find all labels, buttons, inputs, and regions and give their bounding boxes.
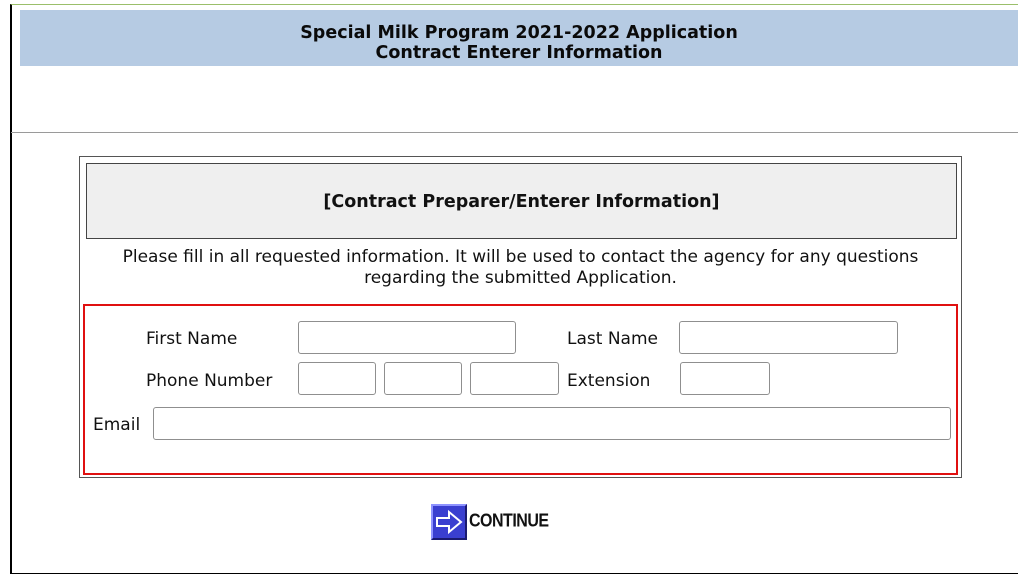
phone-number-label: Phone Number <box>146 371 273 391</box>
panel-title: [Contract Preparer/Enterer Information] <box>86 163 957 239</box>
divider <box>11 132 1018 133</box>
page-header: Special Milk Program 2021-2022 Applicati… <box>20 10 1018 66</box>
phone-line-input[interactable] <box>470 362 559 395</box>
continue-label: CONTINUE <box>469 511 549 532</box>
phone-area-code-input[interactable] <box>298 362 376 395</box>
email-input[interactable] <box>153 407 951 440</box>
continue-button[interactable]: CONTINUE <box>431 502 549 542</box>
last-name-input[interactable] <box>679 321 898 354</box>
extension-label: Extension <box>567 371 651 391</box>
page-subtitle: Contract Enterer Information <box>375 43 663 63</box>
phone-prefix-input[interactable] <box>384 362 462 395</box>
last-name-label: Last Name <box>567 329 658 349</box>
extension-input[interactable] <box>680 362 770 395</box>
arrow-right-icon <box>431 504 467 540</box>
instructions-text: Please fill in all requested information… <box>122 247 919 288</box>
page-title: Special Milk Program 2021-2022 Applicati… <box>300 23 738 43</box>
email-label: Email <box>93 415 141 435</box>
first-name-label: First Name <box>146 329 238 349</box>
first-name-input[interactable] <box>298 321 516 354</box>
